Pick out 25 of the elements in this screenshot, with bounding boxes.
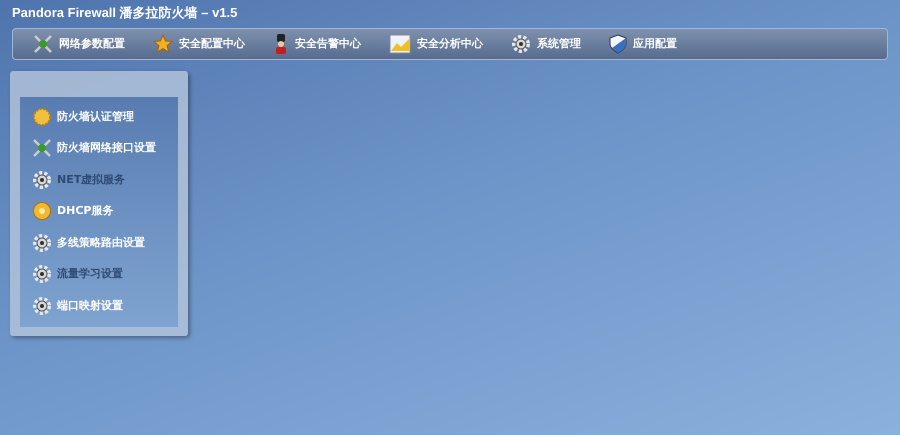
crossed-tools-icon [33, 34, 53, 54]
menu-item[interactable]: 系统管理 [537, 36, 581, 52]
window-title: Pandora Firewall 潘多拉防火墙 – v1.5 [11, 4, 238, 22]
sidebar-item[interactable]: 防火墙认证管理 [57, 108, 134, 125]
gear-icon [32, 170, 52, 190]
menu-item[interactable]: 安全告警中心 [295, 36, 361, 52]
star-icon [153, 34, 173, 54]
sidebar-item[interactable]: DHCP服务 [57, 203, 114, 220]
gear-icon [32, 264, 52, 284]
guard-icon [273, 34, 289, 54]
gear-icon [511, 34, 531, 54]
shield-icon [609, 34, 627, 54]
sidebar-item[interactable]: 端口映射设置 [57, 298, 123, 314]
disc-icon [32, 201, 52, 222]
sidebar-item[interactable]: 多线策略路由设置 [57, 234, 145, 251]
menu-item[interactable]: 网络参数配置 [59, 36, 125, 52]
menu-item[interactable]: 应用配置 [633, 36, 677, 52]
chart-icon [389, 34, 411, 54]
sidebar-item[interactable]: 防火墙网络接口设置 [57, 140, 156, 156]
gear-icon [32, 296, 52, 316]
menu-item[interactable]: 安全分析中心 [417, 36, 483, 52]
menu-item[interactable]: 安全配置中心 [179, 36, 245, 52]
crossed-tools-icon [32, 138, 52, 158]
gear-icon [32, 232, 52, 253]
sun-icon [32, 106, 52, 127]
